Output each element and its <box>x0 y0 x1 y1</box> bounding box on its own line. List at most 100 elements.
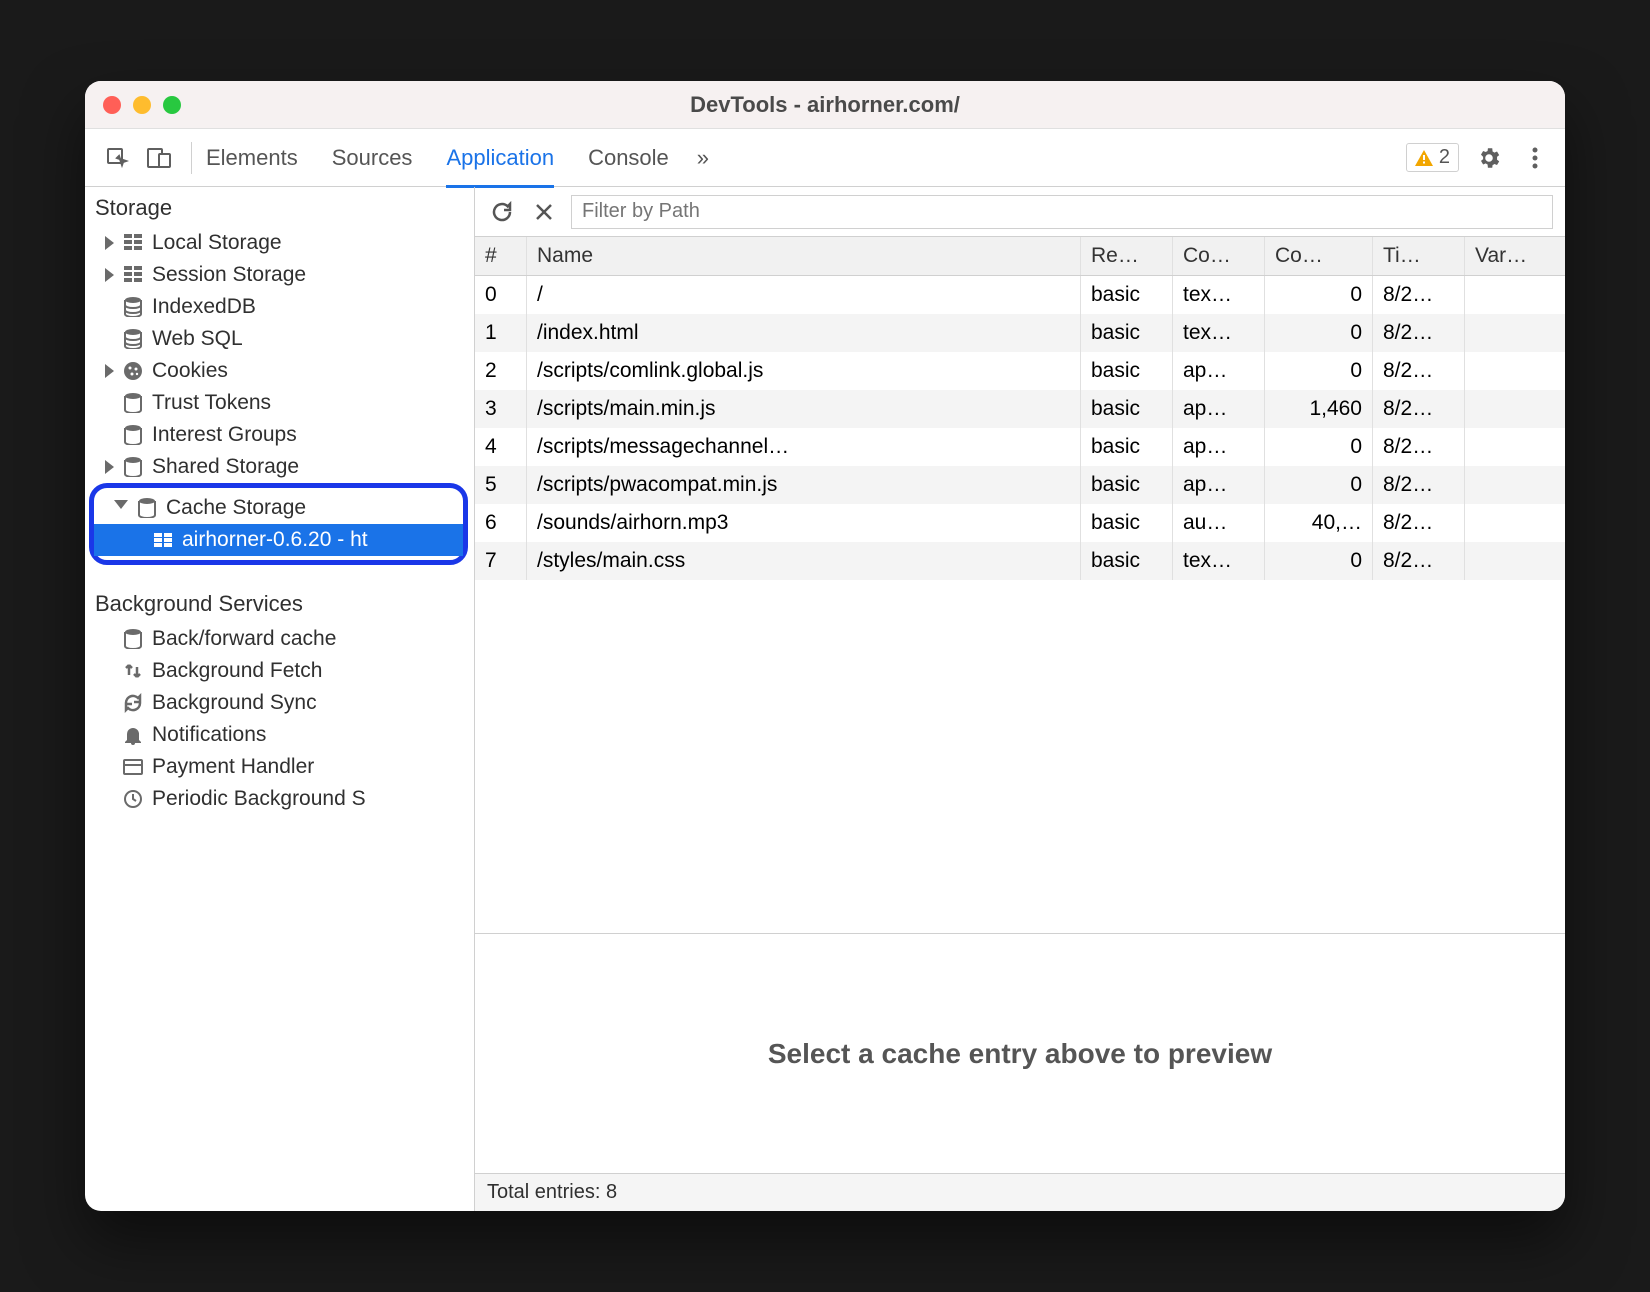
cell-index: 1 <box>475 314 527 352</box>
col-content-type[interactable]: Co… <box>1173 237 1265 275</box>
sidebar-item-trust-tokens[interactable]: Trust Tokens <box>85 387 474 419</box>
cell-response: basic <box>1081 352 1173 390</box>
sidebar-item-label: Session Storage <box>152 263 306 287</box>
cookie-icon <box>122 360 144 382</box>
sidebar-item-label: Shared Storage <box>152 455 299 479</box>
cell-response: basic <box>1081 314 1173 352</box>
cell-name: /sounds/airhorn.mp3 <box>527 504 1081 542</box>
sidebar-item-bg-fetch[interactable]: Background Fetch <box>85 655 474 687</box>
cell-index: 6 <box>475 504 527 542</box>
grid-icon <box>152 529 174 551</box>
transfer-icon <box>122 660 144 682</box>
database-icon <box>122 456 144 478</box>
sidebar-item-bfcache[interactable]: Back/forward cache <box>85 623 474 655</box>
inspect-icon[interactable] <box>99 140 135 176</box>
col-vary[interactable]: Var… <box>1465 237 1565 275</box>
sidebar-item-label: airhorner-0.6.20 - ht <box>182 528 368 552</box>
sidebar-item-session-storage[interactable]: Session Storage <box>85 259 474 291</box>
table-row[interactable]: 3/scripts/main.min.jsbasicap…1,4608/2… <box>475 390 1565 428</box>
table-row[interactable]: 5/scripts/pwacompat.min.jsbasicap…08/2… <box>475 466 1565 504</box>
cell-index: 7 <box>475 542 527 580</box>
col-content-length[interactable]: Co… <box>1265 237 1373 275</box>
table-row[interactable]: 0/basictex…08/2… <box>475 276 1565 314</box>
sidebar-item-label: Cache Storage <box>166 496 306 520</box>
sidebar-item-local-storage[interactable]: Local Storage <box>85 227 474 259</box>
cell-content-type: tex… <box>1173 542 1265 580</box>
table-header: # Name Re… Co… Co… Ti… Var… <box>475 237 1565 276</box>
sidebar-item-shared-storage[interactable]: Shared Storage <box>85 451 474 483</box>
sidebar-item-label: Notifications <box>152 723 266 747</box>
cell-content-type: tex… <box>1173 276 1265 314</box>
sidebar-item-cache-storage[interactable]: Cache Storage <box>94 492 463 524</box>
col-response[interactable]: Re… <box>1081 237 1173 275</box>
sidebar-item-label: Interest Groups <box>152 423 297 447</box>
cell-index: 2 <box>475 352 527 390</box>
col-index[interactable]: # <box>475 237 527 275</box>
cell-time: 8/2… <box>1373 276 1465 314</box>
devtools-window: DevTools - airhorner.com/ Elements Sourc… <box>85 81 1565 1211</box>
database-icon <box>122 296 144 318</box>
database-icon <box>122 628 144 650</box>
database-icon <box>136 497 158 519</box>
titlebar: DevTools - airhorner.com/ <box>85 81 1565 129</box>
col-time[interactable]: Ti… <box>1373 237 1465 275</box>
cell-content-length: 0 <box>1265 352 1373 390</box>
table-row[interactable]: 1/index.htmlbasictex…08/2… <box>475 314 1565 352</box>
cell-content-length: 0 <box>1265 542 1373 580</box>
table-row[interactable]: 7/styles/main.cssbasictex…08/2… <box>475 542 1565 580</box>
table-row[interactable]: 6/sounds/airhorn.mp3basicau…40,…8/2… <box>475 504 1565 542</box>
sidebar-item-periodic[interactable]: Periodic Background S <box>85 783 474 815</box>
clock-icon <box>122 788 144 810</box>
cell-name: /scripts/messagechannel… <box>527 428 1081 466</box>
sidebar-item-websql[interactable]: Web SQL <box>85 323 474 355</box>
cell-vary <box>1465 314 1565 352</box>
tab-elements[interactable]: Elements <box>206 131 298 185</box>
device-toggle-icon[interactable] <box>141 140 177 176</box>
cell-time: 8/2… <box>1373 390 1465 428</box>
table-row[interactable]: 4/scripts/messagechannel…basicap…08/2… <box>475 428 1565 466</box>
cell-time: 8/2… <box>1373 428 1465 466</box>
sidebar-item-label: Cookies <box>152 359 228 383</box>
gear-icon[interactable] <box>1473 142 1505 174</box>
cell-content-length: 0 <box>1265 314 1373 352</box>
sidebar-item-notifications[interactable]: Notifications <box>85 719 474 751</box>
tabs-overflow-icon[interactable]: » <box>697 145 709 171</box>
cell-response: basic <box>1081 276 1173 314</box>
cell-name: /scripts/pwacompat.min.js <box>527 466 1081 504</box>
warning-badge[interactable]: 2 <box>1406 143 1459 172</box>
sidebar-item-cookies[interactable]: Cookies <box>85 355 474 387</box>
col-name[interactable]: Name <box>527 237 1081 275</box>
cell-time: 8/2… <box>1373 504 1465 542</box>
cell-name: / <box>527 276 1081 314</box>
sidebar-item-label: Background Fetch <box>152 659 322 683</box>
tab-application[interactable]: Application <box>446 131 554 188</box>
warning-count: 2 <box>1439 146 1450 169</box>
cell-vary <box>1465 428 1565 466</box>
cell-content-type: au… <box>1173 504 1265 542</box>
preview-placeholder: Select a cache entry above to preview <box>768 1038 1272 1070</box>
cell-vary <box>1465 504 1565 542</box>
cell-vary <box>1465 466 1565 504</box>
highlight-annotation: Cache Storage airhorner-0.6.20 - ht <box>89 483 468 565</box>
sync-icon <box>122 692 144 714</box>
cell-content-type: ap… <box>1173 428 1265 466</box>
total-entries: Total entries: 8 <box>487 1181 617 1204</box>
card-icon <box>122 756 144 778</box>
cell-index: 5 <box>475 466 527 504</box>
table-row[interactable]: 2/scripts/comlink.global.jsbasicap…08/2… <box>475 352 1565 390</box>
sidebar-item-bg-sync[interactable]: Background Sync <box>85 687 474 719</box>
filter-input[interactable] <box>571 195 1553 229</box>
cell-time: 8/2… <box>1373 542 1465 580</box>
cell-vary <box>1465 390 1565 428</box>
tab-console[interactable]: Console <box>588 131 669 185</box>
tab-sources[interactable]: Sources <box>332 131 413 185</box>
sidebar-item-interest-groups[interactable]: Interest Groups <box>85 419 474 451</box>
sidebar-item-payment[interactable]: Payment Handler <box>85 751 474 783</box>
kebab-icon[interactable] <box>1519 142 1551 174</box>
refresh-icon[interactable] <box>487 197 517 227</box>
cell-vary <box>1465 542 1565 580</box>
preview-panel: Select a cache entry above to preview <box>475 933 1565 1173</box>
delete-icon[interactable] <box>529 197 559 227</box>
sidebar-item-indexeddb[interactable]: IndexedDB <box>85 291 474 323</box>
sidebar-item-cache-entry[interactable]: airhorner-0.6.20 - ht <box>94 524 463 556</box>
